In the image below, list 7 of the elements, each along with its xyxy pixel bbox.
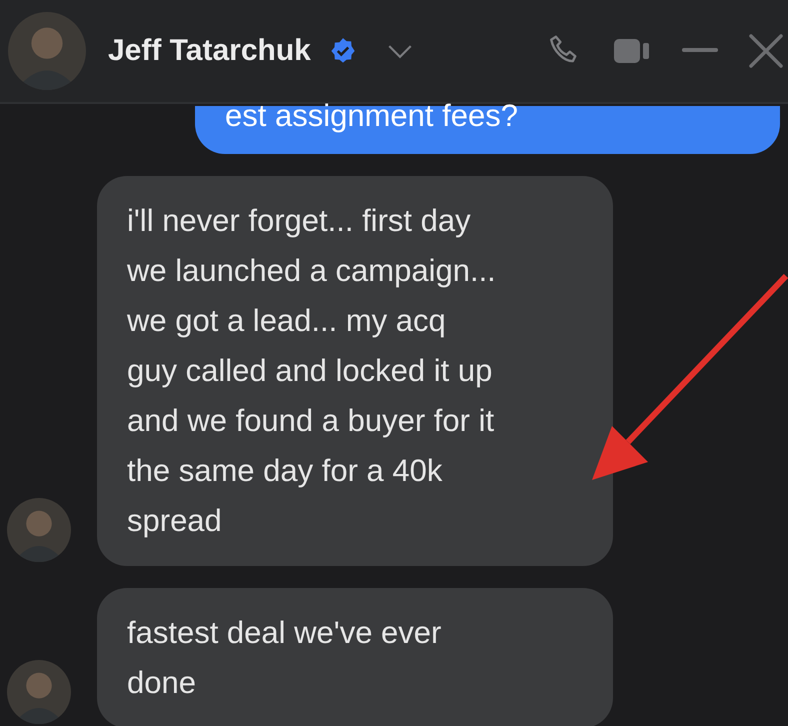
close-icon[interactable] xyxy=(748,33,784,69)
received-message: i'll never forget... first day we launched a campaign... we got a lead... my acq guy called and locked it up and we found a buyer for it the same day for a 40k spread xyxy=(97,176,613,566)
minimize-icon[interactable] xyxy=(682,48,718,54)
contact-name[interactable]: Jeff Tatarchuk xyxy=(108,34,311,68)
sent-message: est assignment fees? xyxy=(195,106,780,154)
received-message: fastest deal we've ever done xyxy=(97,588,613,726)
chevron-down-icon[interactable] xyxy=(386,44,413,58)
